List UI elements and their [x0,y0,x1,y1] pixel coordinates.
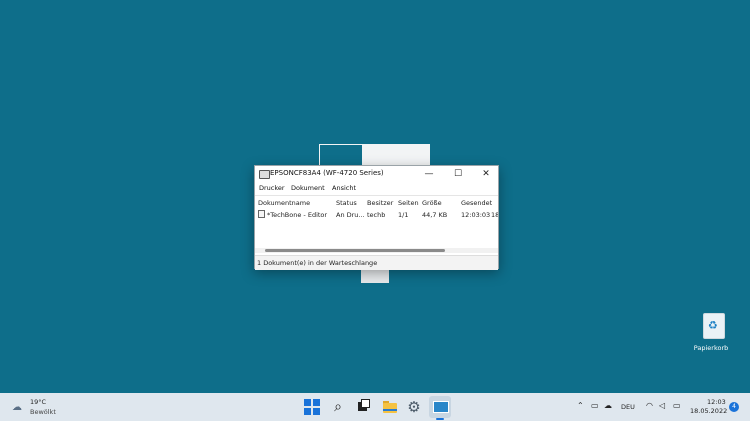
notification-badge[interactable]: 4 [729,402,739,412]
taskbar: ☁ 19°C Bewölkt ⌕ ⚙ ⌃ ▭ ☁ DEU ◠ ◁ ▭ 12:03… [0,393,750,421]
battery-icon[interactable]: ▭ [673,401,681,410]
window-title: EPSONCF83A4 (WF-4720 Series) [270,169,384,177]
menu-drucker[interactable]: Drucker [259,184,285,192]
cloud-icon: ☁ [12,402,22,413]
file-explorer-icon[interactable] [382,399,398,415]
column-header-owner[interactable]: Besitzer [367,199,393,207]
cloud-tray-icon[interactable]: ☁ [604,401,612,410]
row-status: An Dru... [336,211,365,219]
search-icon[interactable]: ⌕ [330,399,346,415]
column-header-sent[interactable]: Gesendet [461,199,492,207]
column-header-pages[interactable]: Seiten [398,199,419,207]
printer-icon [259,170,270,179]
clock-time[interactable]: 12:03 [707,398,726,406]
recycle-bin[interactable]: ♻ Papierkorb [694,313,729,352]
column-header-size[interactable]: Größe [422,199,442,207]
scrollbar-thumb[interactable] [265,249,445,252]
column-header-status[interactable]: Status [336,199,357,207]
row-size: 44,7 KB [422,211,448,219]
volume-icon[interactable]: ◁ [659,401,665,410]
column-header-name[interactable]: Dokumentname [258,199,310,207]
titlebar[interactable]: EPSONCF83A4 (WF-4720 Series) — ☐ ✕ [255,166,498,183]
weather-condition: Bewölkt [30,408,56,416]
row-pages: 1/1 [398,211,409,219]
wifi-icon[interactable]: ◠ [646,401,653,410]
task-view-icon[interactable] [355,399,371,415]
language-indicator[interactable]: DEU [621,403,635,411]
clock-date[interactable]: 18.05.2022 [690,407,727,415]
document-list[interactable]: Dokumentname Status Besitzer Seiten Größ… [255,195,498,253]
background-window-stand [361,268,389,283]
printer-tray-icon[interactable]: ▭ [591,401,599,410]
recycle-bin-icon[interactable]: ♻ [703,313,725,339]
print-queue-window[interactable]: EPSONCF83A4 (WF-4720 Series) — ☐ ✕ Druck… [254,165,499,270]
print-queue-taskbar-icon[interactable] [429,396,451,418]
maximize-button[interactable]: ☐ [444,166,472,183]
statusbar: 1 Dokument(e) in der Warteschlange [255,255,498,270]
horizontal-scrollbar[interactable] [255,248,498,253]
row-owner: techb [367,211,386,219]
show-hidden-icons-chevron-icon[interactable]: ⌃ [577,401,584,410]
close-button[interactable]: ✕ [472,166,500,183]
status-text: 1 Dokument(e) in der Warteschlange [257,259,378,267]
minimize-button[interactable]: — [415,166,443,183]
weather-temp: 19°C [30,398,47,406]
row-sent: 12:03:03 [461,211,491,219]
start-button[interactable] [304,399,320,415]
row-sent-overflow: 18 [491,211,498,219]
background-window-top [319,144,430,166]
menu-ansicht[interactable]: Ansicht [332,184,356,192]
row-name[interactable]: *TechBone - Editor [267,211,327,219]
menu-dokument[interactable]: Dokument [291,184,325,192]
active-app-indicator [436,418,444,420]
menubar: Drucker Dokument Ansicht [255,183,498,195]
settings-icon[interactable]: ⚙ [406,399,422,415]
document-icon [258,210,265,218]
recycle-bin-label: Papierkorb [693,344,729,352]
